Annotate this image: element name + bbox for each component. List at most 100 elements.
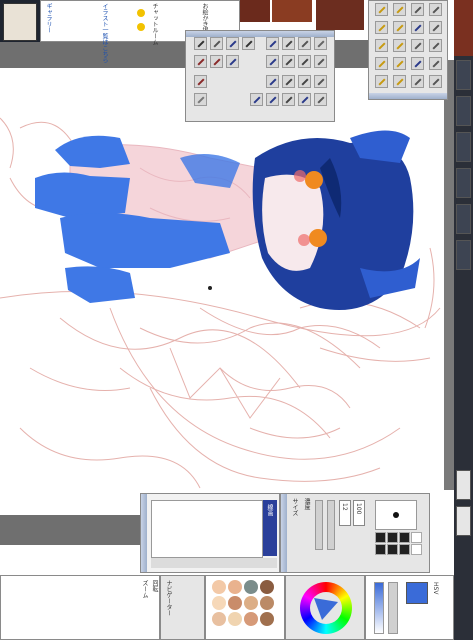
taskbar-item-8[interactable] xyxy=(456,506,471,536)
brush-preview-dot xyxy=(393,512,399,518)
color-triangle[interactable] xyxy=(310,592,342,624)
tool-r-5[interactable] xyxy=(375,21,388,34)
brush-size-value: 12 xyxy=(341,503,348,511)
cursor-dot xyxy=(208,286,212,290)
desktop-strip-bottom xyxy=(0,515,150,545)
tool-r-9[interactable] xyxy=(375,39,388,52)
navigator-panel: ズーム 回転 xyxy=(0,575,160,640)
swatch-2[interactable] xyxy=(228,580,242,594)
layer-panel: 線画 xyxy=(140,493,280,573)
airbrush-tool[interactable] xyxy=(242,37,255,50)
taskbar-item-2[interactable] xyxy=(456,96,471,126)
brush-preview xyxy=(375,500,417,530)
tool-r-2[interactable] xyxy=(393,3,406,16)
fill-tool[interactable] xyxy=(210,55,223,68)
layer-item-selected[interactable]: 線画 xyxy=(263,500,277,556)
layer-panel-titlebar[interactable] xyxy=(141,494,147,572)
navigator-sub-panel: ナビゲーター xyxy=(160,575,205,640)
layer-list xyxy=(151,500,263,558)
tool-r-10[interactable] xyxy=(393,39,406,52)
swatch-11[interactable] xyxy=(244,612,258,626)
watercolor-tool[interactable] xyxy=(298,37,311,50)
tool-r-8[interactable] xyxy=(429,21,442,34)
browser-line-3[interactable]: チャットルーム xyxy=(151,3,158,45)
taskbar-thumb-top-right[interactable] xyxy=(454,0,473,56)
layer-panel-footer xyxy=(151,558,277,568)
pen-tool[interactable] xyxy=(210,37,223,50)
brush-shape-8[interactable] xyxy=(411,544,422,555)
thumbnail-3[interactable] xyxy=(272,0,312,22)
swatch-9[interactable] xyxy=(212,612,226,626)
swatch-10[interactable] xyxy=(228,612,242,626)
brush-density-value: 100 xyxy=(355,503,362,515)
layer-name-1: 線画 xyxy=(266,504,273,516)
taskbar-item-4[interactable] xyxy=(456,168,471,198)
tool-r-3[interactable] xyxy=(411,3,424,16)
swatch-4[interactable] xyxy=(260,580,274,594)
brush-size-slider[interactable] xyxy=(315,500,323,550)
tool-r-12[interactable] xyxy=(429,39,442,52)
tool-r-6[interactable] xyxy=(393,21,406,34)
color-slider-panel: HSV xyxy=(365,575,454,640)
hand-tool[interactable] xyxy=(314,55,327,68)
brush-shape-6[interactable] xyxy=(387,544,398,555)
eraser-tool[interactable] xyxy=(266,37,279,50)
brush-shape-1[interactable] xyxy=(375,532,386,543)
smudge-tool[interactable] xyxy=(194,55,207,68)
brush-tool[interactable] xyxy=(226,37,239,50)
thumbnail-2[interactable] xyxy=(240,0,270,22)
swatch-3[interactable] xyxy=(244,580,258,594)
marker-tool[interactable] xyxy=(282,37,295,50)
canvas-artwork[interactable] xyxy=(0,68,444,515)
color-mode-label: HSV xyxy=(432,582,439,595)
taskbar-item-1[interactable] xyxy=(456,60,471,90)
star-icon-2 xyxy=(137,23,145,31)
lasso-tool[interactable] xyxy=(266,55,279,68)
brush-density-label: 濃度 xyxy=(303,498,310,510)
taskbar-right-items xyxy=(456,60,471,620)
tool-r-11[interactable] xyxy=(411,39,424,52)
taskbar-item-3[interactable] xyxy=(456,132,471,162)
thumbnail-1[interactable] xyxy=(3,3,37,41)
brush-density-value-field[interactable]: 100 xyxy=(353,500,365,526)
color-panel xyxy=(205,575,285,640)
brush-shape-4[interactable] xyxy=(411,532,422,543)
brush-density-slider[interactable] xyxy=(327,500,335,550)
swatch-6[interactable] xyxy=(228,596,242,610)
brush-shape-7[interactable] xyxy=(399,544,410,555)
move-tool[interactable] xyxy=(282,55,295,68)
swatch-5[interactable] xyxy=(212,596,226,610)
star-icon xyxy=(137,9,145,17)
pencil-tool[interactable] xyxy=(194,37,207,50)
brush-size-label: サイズ xyxy=(291,498,298,516)
browser-line-1[interactable]: ギャラリー xyxy=(45,3,52,33)
hue-slider[interactable] xyxy=(374,582,384,634)
brush-shape-grid xyxy=(375,532,425,568)
blur-tool[interactable] xyxy=(314,37,327,50)
brush-panel-titlebar[interactable] xyxy=(281,494,287,572)
brush-panel: サイズ 濃度 12 100 xyxy=(280,493,430,573)
tool-r-4[interactable] xyxy=(429,3,442,16)
browser-line-2[interactable]: イラスト一覧はこちら xyxy=(101,3,108,63)
swatch-7[interactable] xyxy=(244,596,258,610)
swatch-1[interactable] xyxy=(212,580,226,594)
desktop-strip-top xyxy=(0,40,200,68)
brush-size-value-field[interactable]: 12 xyxy=(339,500,351,526)
swatch-12[interactable] xyxy=(260,612,274,626)
brush-shape-2[interactable] xyxy=(387,532,398,543)
thumbnail-4[interactable] xyxy=(316,0,364,30)
saturation-slider[interactable] xyxy=(388,582,398,634)
select-tool[interactable] xyxy=(226,55,239,68)
tool-r-1[interactable] xyxy=(375,3,388,16)
taskbar-item-7[interactable] xyxy=(456,470,471,500)
taskbar-item-5[interactable] xyxy=(456,204,471,234)
taskbar-item-6[interactable] xyxy=(456,240,471,270)
brush-shape-3[interactable] xyxy=(399,532,410,543)
brush-shape-5[interactable] xyxy=(375,544,386,555)
current-color-box[interactable] xyxy=(406,582,428,604)
tool-r-7[interactable] xyxy=(411,21,424,34)
swatch-8[interactable] xyxy=(260,596,274,610)
desktop-strip-top-right xyxy=(335,40,368,68)
navigator-label-2: 回転 xyxy=(151,580,158,592)
zoom-tool[interactable] xyxy=(298,55,311,68)
